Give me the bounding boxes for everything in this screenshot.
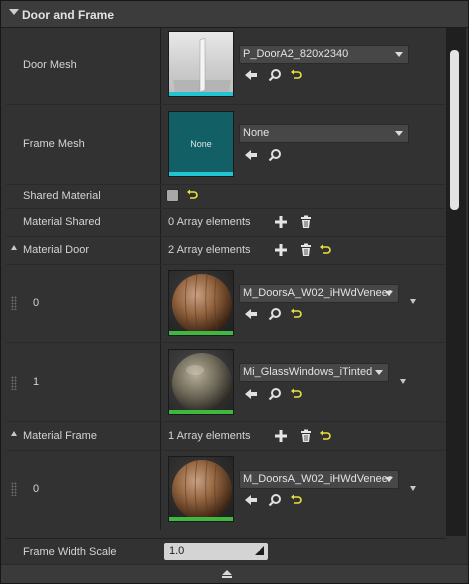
material-frame-0-value: M_DoorsA_W02_iHWdVeneer xyxy=(243,473,392,485)
material-door-0-value: M_DoorsA_W02_iHWdVeneer xyxy=(243,287,392,299)
chevron-down-icon xyxy=(385,291,393,296)
row-separator xyxy=(6,264,446,265)
scroll-up-icon xyxy=(222,570,232,575)
add-element-plus-icon[interactable] xyxy=(274,429,288,443)
chevron-down-icon xyxy=(395,131,403,136)
drag-handle-icon[interactable] xyxy=(11,296,17,310)
material-door-1-combo[interactable]: Mi_GlassWindows_iTinted xyxy=(239,363,389,382)
row-separator xyxy=(6,208,446,209)
row-separator xyxy=(6,104,446,105)
use-selected-arrow-icon[interactable] xyxy=(244,68,258,82)
material-frame-0-combo[interactable]: M_DoorsA_W02_iHWdVeneer xyxy=(239,470,399,489)
use-selected-arrow-icon[interactable] xyxy=(244,148,258,162)
frame-width-scale-input[interactable]: 1.0 xyxy=(164,543,268,560)
scrollbar-thumb[interactable] xyxy=(450,50,459,210)
material-door-0-combo[interactable]: M_DoorsA_W02_iHWdVeneer xyxy=(239,284,399,303)
frame-mesh-thumbnail[interactable]: None xyxy=(168,111,234,177)
empty-array-trash-icon[interactable] xyxy=(299,243,313,257)
section-title: Door and Frame xyxy=(22,8,115,22)
row-separator xyxy=(6,236,446,237)
chevron-down-icon xyxy=(395,52,403,57)
expand-chevron-icon[interactable] xyxy=(400,379,406,384)
door-mesh-thumbnail[interactable] xyxy=(168,31,234,97)
row-separator xyxy=(6,342,446,343)
material-door-index-0: 0 xyxy=(33,297,40,309)
glass-material-sphere xyxy=(172,353,232,413)
scroll-up-icon-base xyxy=(222,576,232,578)
frame-mesh-thumb-text: None xyxy=(190,139,212,149)
drag-handle-icon[interactable] xyxy=(11,376,17,390)
reset-to-default-icon[interactable] xyxy=(289,493,303,507)
material-frame-label: Material Frame xyxy=(23,430,97,442)
row-separator xyxy=(6,421,446,422)
reset-to-default-icon[interactable] xyxy=(318,243,332,257)
drag-handle-icon[interactable] xyxy=(11,482,17,496)
reset-to-default-icon[interactable] xyxy=(289,307,303,321)
reset-to-default-icon[interactable] xyxy=(318,429,332,443)
browse-search-icon[interactable] xyxy=(268,148,282,162)
advanced-toggle-bar[interactable] xyxy=(1,564,468,583)
wood-material-sphere xyxy=(172,274,232,335)
door-mesh-value: P_DoorA2_820x2340 xyxy=(243,48,349,60)
slider-handle-icon[interactable] xyxy=(255,546,264,555)
material-shared-label: Material Shared xyxy=(23,216,101,228)
material-door-label: Material Door xyxy=(23,244,90,256)
chevron-down-icon xyxy=(385,477,393,482)
section-header[interactable]: Door and Frame xyxy=(1,1,468,28)
use-selected-arrow-icon[interactable] xyxy=(244,387,258,401)
add-element-plus-icon[interactable] xyxy=(274,215,288,229)
collapse-triangle-icon[interactable] xyxy=(11,245,17,250)
browse-search-icon[interactable] xyxy=(268,307,282,321)
frame-mesh-label: Frame Mesh xyxy=(23,138,85,150)
chevron-down-icon xyxy=(375,370,383,375)
collapse-triangle-icon[interactable] xyxy=(11,431,17,436)
material-door-1-value: Mi_GlassWindows_iTinted xyxy=(243,366,373,378)
browse-search-icon[interactable] xyxy=(268,68,282,82)
material-frame-count: 1 Array elements xyxy=(168,430,251,442)
row-separator xyxy=(6,184,446,185)
asset-type-bar xyxy=(169,517,233,521)
frame-mesh-combo[interactable]: None xyxy=(239,124,409,143)
shared-material-checkbox[interactable] xyxy=(166,189,179,202)
empty-array-trash-icon[interactable] xyxy=(299,429,313,443)
row-separator xyxy=(6,450,446,451)
collapse-triangle-icon[interactable] xyxy=(9,9,19,15)
door-mesh-label: Door Mesh xyxy=(23,59,77,71)
material-door-count: 2 Array elements xyxy=(168,244,251,256)
reset-to-default-icon[interactable] xyxy=(185,188,199,202)
frame-width-scale-label: Frame Width Scale xyxy=(23,546,117,558)
expand-chevron-icon[interactable] xyxy=(410,486,416,491)
shared-material-label: Shared Material xyxy=(23,190,101,202)
material-frame-index-0: 0 xyxy=(33,483,40,495)
asset-type-bar xyxy=(169,92,233,96)
asset-type-bar xyxy=(169,410,233,414)
material-frame-0-thumbnail[interactable] xyxy=(168,456,234,522)
material-shared-count: 0 Array elements xyxy=(168,216,251,228)
door-mesh-preview xyxy=(173,37,231,96)
browse-search-icon[interactable] xyxy=(268,493,282,507)
reset-to-default-icon[interactable] xyxy=(289,68,303,82)
wood-material-sphere xyxy=(172,460,232,521)
use-selected-arrow-icon[interactable] xyxy=(244,307,258,321)
asset-type-bar xyxy=(169,172,233,176)
material-door-1-thumbnail[interactable] xyxy=(168,349,234,415)
browse-search-icon[interactable] xyxy=(268,387,282,401)
empty-array-trash-icon[interactable] xyxy=(299,215,313,229)
reset-to-default-icon[interactable] xyxy=(289,387,303,401)
door-mesh-combo[interactable]: P_DoorA2_820x2340 xyxy=(239,45,409,64)
add-element-plus-icon[interactable] xyxy=(274,243,288,257)
use-selected-arrow-icon[interactable] xyxy=(244,493,258,507)
frame-width-scale-value: 1.0 xyxy=(169,545,185,557)
frame-mesh-value: None xyxy=(243,127,270,139)
material-door-0-thumbnail[interactable] xyxy=(168,270,234,336)
asset-type-bar xyxy=(169,331,233,335)
material-door-index-1: 1 xyxy=(33,376,40,388)
expand-chevron-icon[interactable] xyxy=(410,299,416,304)
